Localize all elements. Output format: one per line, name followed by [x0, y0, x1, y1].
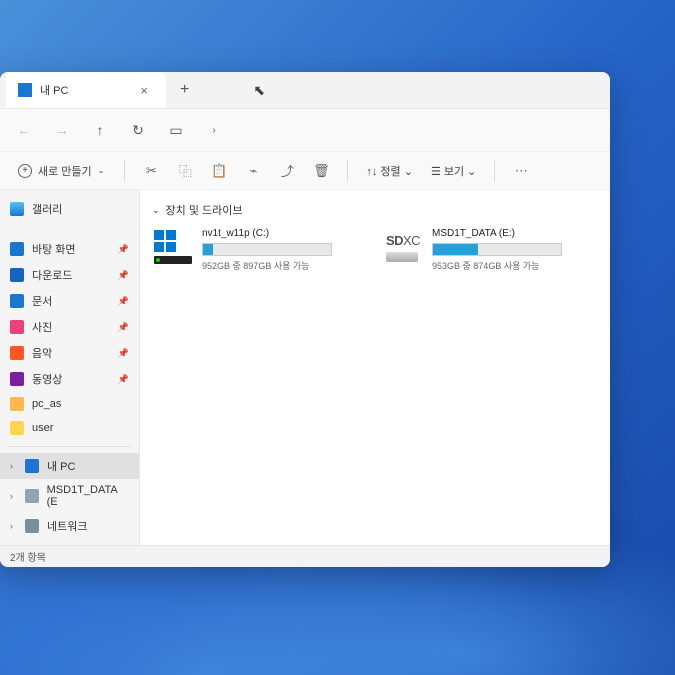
back-button[interactable]: ← — [14, 120, 34, 140]
share-button[interactable]: ⤴ — [273, 157, 301, 185]
drive-c[interactable]: nv1t_w11p (C:) 952GB 중 897GB 사용 가능 — [152, 228, 352, 272]
chevron-down-icon: ⌄ — [98, 166, 105, 175]
sdxc-drive-icon: SDXC — [382, 228, 424, 266]
pin-icon: 📌 — [118, 348, 129, 359]
sidebar: 갤러리 바탕 화면📌 다운로드📌 문서📌 사진📌 음악📌 동영상📌 pc_as … — [0, 190, 140, 545]
pin-icon: 📌 — [118, 244, 129, 255]
up-button[interactable]: ↑ — [90, 120, 110, 140]
delete-button[interactable]: 🗑 — [307, 157, 335, 185]
new-tab-button[interactable]: + — [166, 81, 203, 99]
cut-button[interactable]: ✂ — [137, 157, 165, 185]
new-button[interactable]: + 새로 만들기 ⌄ — [10, 159, 112, 183]
rename-button[interactable]: ⌁ — [239, 157, 267, 185]
paste-button[interactable]: 📋 — [205, 157, 233, 185]
sidebar-network[interactable]: ›네트워크 — [0, 513, 139, 539]
network-icon — [25, 519, 39, 533]
picture-icon — [10, 320, 24, 334]
sidebar-user[interactable]: user — [0, 416, 139, 440]
storage-bar — [202, 243, 332, 256]
cursor-icon: ⬉ — [253, 82, 265, 99]
sidebar-desktop[interactable]: 바탕 화면📌 — [0, 236, 139, 262]
toolbar: + 새로 만들기 ⌄ ✂ ⿻ 📋 ⌁ ⤴ 🗑 ↑↓ 정렬 ⌄ ☰ 보기 ⌄ ⋯ — [0, 151, 610, 190]
sidebar-documents[interactable]: 문서📌 — [0, 288, 139, 314]
file-explorer-window: 내 PC × + ⬉ ← → ↑ ↻ ▭ › + 새로 만들기 ⌄ ✂ ⿻ 📋 … — [0, 72, 610, 567]
pc-icon — [25, 459, 39, 473]
sidebar-music[interactable]: 음악📌 — [0, 340, 139, 366]
chevron-down-icon: ⌄ — [152, 205, 160, 216]
storage-bar — [432, 243, 562, 256]
sort-button[interactable]: ↑↓ 정렬 ⌄ — [360, 163, 419, 179]
more-button[interactable]: ⋯ — [507, 157, 535, 185]
chevron-right-icon: › — [10, 491, 13, 501]
this-pc-breadcrumb-icon[interactable]: ▭ — [166, 120, 186, 140]
windows-drive-icon — [152, 228, 194, 266]
sidebar-gallery[interactable]: 갤러리 — [0, 196, 139, 222]
view-button[interactable]: ☰ 보기 ⌄ — [425, 163, 482, 179]
pin-icon: 📌 — [118, 322, 129, 333]
statusbar: 2개 항목 — [0, 545, 610, 567]
tab-title: 내 PC — [40, 82, 126, 98]
pin-icon: 📌 — [118, 270, 129, 281]
breadcrumb-chevron[interactable]: › — [204, 120, 224, 140]
drive-status: 953GB 중 874GB 사용 가능 — [432, 259, 582, 272]
drive-status: 952GB 중 897GB 사용 가능 — [202, 259, 352, 272]
desktop-icon — [10, 242, 24, 256]
close-tab-icon[interactable]: × — [134, 81, 154, 100]
drive-name: MSD1T_DATA (E:) — [432, 228, 582, 239]
titlebar: 내 PC × + ⬉ — [0, 72, 610, 109]
copy-button[interactable]: ⿻ — [171, 157, 199, 185]
plus-icon: + — [18, 164, 32, 178]
content-area: ⌄ 장치 및 드라이브 nv1t_w11p (C:) 952GB 중 897GB… — [140, 190, 610, 545]
drive-name: nv1t_w11p (C:) — [202, 228, 352, 239]
navigation-bar: ← → ↑ ↻ ▭ › — [0, 109, 610, 150]
sidebar-msd1t[interactable]: ›MSD1T_DATA (E — [0, 479, 139, 513]
tab-this-pc[interactable]: 내 PC × — [6, 72, 166, 108]
sidebar-pc-as[interactable]: pc_as — [0, 392, 139, 416]
this-pc-icon — [18, 83, 32, 97]
drive-icon — [25, 489, 39, 503]
chevron-right-icon: › — [10, 461, 13, 471]
sidebar-this-pc[interactable]: ›내 PC — [0, 453, 139, 479]
drive-e[interactable]: SDXC MSD1T_DATA (E:) 953GB 중 874GB 사용 가능 — [382, 228, 582, 272]
item-count: 2개 항목 — [10, 549, 46, 564]
pin-icon: 📌 — [118, 374, 129, 385]
download-icon — [10, 268, 24, 282]
sidebar-videos[interactable]: 동영상📌 — [0, 366, 139, 392]
section-devices-drives[interactable]: ⌄ 장치 및 드라이브 — [152, 198, 598, 228]
music-icon — [10, 346, 24, 360]
sidebar-downloads[interactable]: 다운로드📌 — [0, 262, 139, 288]
pin-icon: 📌 — [118, 296, 129, 307]
chevron-right-icon: › — [10, 521, 13, 531]
folder-icon — [10, 421, 24, 435]
forward-button[interactable]: → — [52, 120, 72, 140]
document-icon — [10, 294, 24, 308]
gallery-icon — [10, 202, 24, 216]
video-icon — [10, 372, 24, 386]
sidebar-pictures[interactable]: 사진📌 — [0, 314, 139, 340]
refresh-button[interactable]: ↻ — [128, 120, 148, 140]
folder-icon — [10, 397, 24, 411]
